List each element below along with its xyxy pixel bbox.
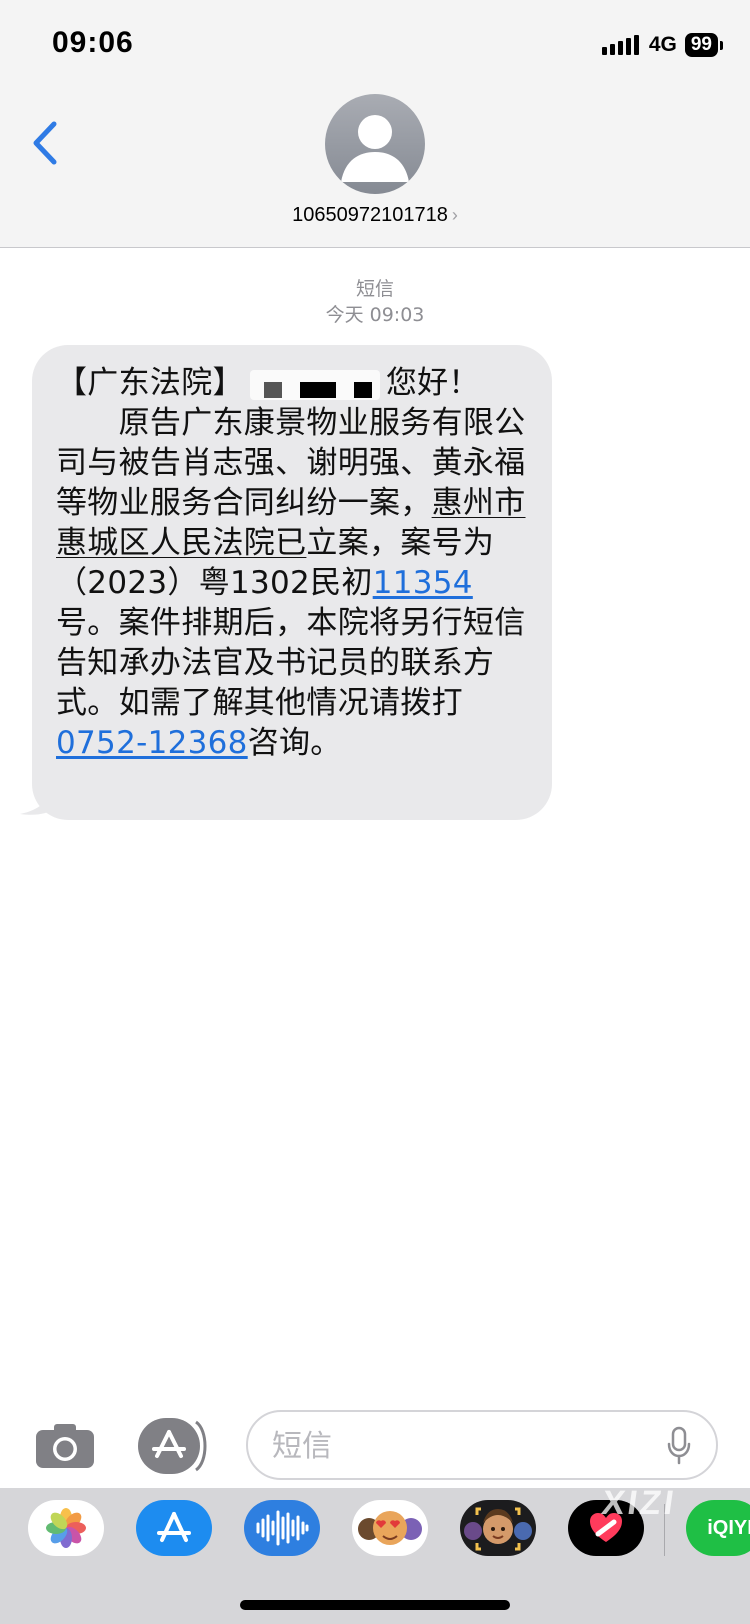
message-body-3: 号。案件排期后，本院将另行短信告知承办法官及书记员的联系方式。如需了解其他情况请… <box>56 605 526 721</box>
person-icon <box>341 115 409 182</box>
app-store-icon <box>138 1418 207 1474</box>
chevron-right-icon: › <box>451 205 458 225</box>
chevron-left-icon <box>33 121 57 165</box>
camera-button[interactable] <box>34 1422 96 1470</box>
iqiyi-logo: iQIYI <box>707 1516 750 1539</box>
memoji-stickers-app[interactable] <box>352 1500 428 1556</box>
home-indicator[interactable] <box>240 1600 510 1610</box>
watermark: XIZI <box>599 1484 680 1522</box>
battery-level: 99 <box>690 34 712 55</box>
memoji-app[interactable] <box>460 1500 536 1556</box>
audio-message-app[interactable] <box>244 1500 320 1556</box>
memoji-icon <box>464 1507 532 1551</box>
message-timestamp: 今天 09:03 <box>325 304 425 326</box>
contact-number: 10650972101718 <box>292 204 448 226</box>
message-bubble[interactable]: 【广东法院】 您好！ 原告广东康景物业服务有限公司与被告肖志强、谢明强、黄永福等物… <box>32 345 552 820</box>
photos-app[interactable] <box>28 1500 104 1556</box>
memoji-stickers-icon <box>358 1511 422 1545</box>
app-store-app[interactable] <box>136 1500 212 1556</box>
microphone-icon <box>667 1426 691 1465</box>
message-input-container <box>246 1410 718 1480</box>
message-body-4: 咨询。 <box>247 725 342 761</box>
iqiyi-app[interactable]: iQIYI <box>686 1500 750 1556</box>
message-text: 【广东法院】 您好！ 原告广东康景物业服务有限公司与被告肖志强、谢明强、黄永福等物… <box>56 363 530 763</box>
app-store-icon <box>157 1512 191 1542</box>
message-prefix: 【广东法院】 <box>56 365 244 401</box>
contact-avatar[interactable] <box>325 94 425 194</box>
waveform-icon <box>256 1510 309 1546</box>
message-input[interactable] <box>272 1426 632 1466</box>
status-indicators: 4G 99 <box>601 32 724 58</box>
signal-icon <box>601 35 639 55</box>
case-number-link[interactable]: 11354 <box>373 565 473 601</box>
status-time: 09:06 <box>52 26 134 59</box>
conversation-header: 09:06 4G 99 10650972101718 › <box>0 0 750 248</box>
phone-number-link[interactable]: 0752-12368 <box>56 725 248 761</box>
microphone-button[interactable] <box>666 1426 692 1466</box>
network-type: 4G <box>648 33 677 56</box>
contact-number-button[interactable]: 10650972101718 › <box>0 204 750 227</box>
battery-icon: 99 <box>684 33 724 57</box>
back-button[interactable] <box>28 118 68 168</box>
message-kind-label: 短信 <box>355 278 394 300</box>
message-greeting: 您好！ <box>385 365 480 401</box>
photos-icon <box>46 1508 86 1548</box>
apps-button[interactable] <box>138 1418 210 1474</box>
redacted-name <box>249 369 380 400</box>
camera-icon <box>36 1424 94 1468</box>
